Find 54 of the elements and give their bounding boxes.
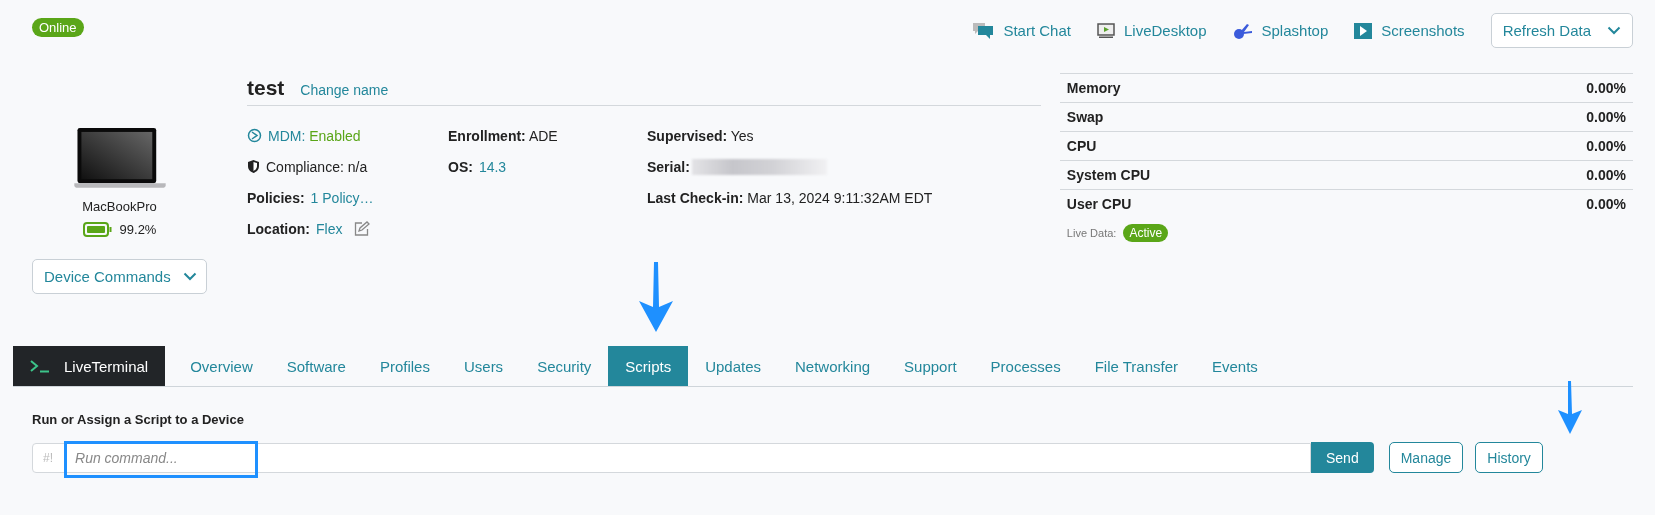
action-link[interactable]: Start Chat (972, 21, 1071, 40)
device-model: MacBookPro (82, 199, 157, 214)
change-name-link[interactable]: Change name (300, 82, 389, 98)
command-field[interactable]: Run command... (63, 444, 1310, 471)
stat-label: User CPU (1066, 196, 1132, 212)
stat-value: 0.00% (1586, 80, 1626, 96)
stat-label: Memory (1066, 80, 1121, 96)
tab[interactable]: Updates (688, 346, 779, 386)
field-text: Compliance: n/a (266, 158, 368, 175)
section-heading: Run or Assign a Script to a Device (32, 412, 245, 427)
field-text: Last Check-in: Mar 13, 2024 9:11:32AM EDT (647, 189, 933, 206)
tab[interactable]: Security (520, 346, 609, 386)
tab[interactable]: File Transfer (1077, 346, 1195, 386)
stat-label: Swap (1066, 109, 1104, 125)
stat-label: CPU (1066, 138, 1097, 154)
status-badge: Online (32, 18, 84, 37)
stat-value: 0.00% (1586, 109, 1626, 125)
send-button[interactable]: Send (1311, 442, 1374, 473)
mdm-status: MDM: Enabled (268, 127, 361, 144)
refresh-button[interactable]: Refresh Data (1490, 13, 1633, 48)
tab[interactable]: Events (1195, 346, 1275, 386)
manage-button[interactable]: Manage (1388, 442, 1464, 473)
action-link[interactable]: Screenshots (1354, 22, 1465, 39)
field-label: Policies: (247, 189, 305, 206)
field-label: OS: (448, 158, 473, 175)
field-text: Supervised: Yes (647, 127, 754, 144)
field-label: Serial: (647, 158, 690, 175)
action-link[interactable]: Splashtop (1232, 21, 1329, 40)
tab[interactable]: Processes (973, 346, 1078, 386)
live-data-label: Live Data: (1066, 227, 1117, 239)
field-label: Location: (247, 220, 310, 237)
tab[interactable]: Software (269, 346, 363, 386)
status-badge: Active (1123, 224, 1169, 242)
prefix-label: #! (42, 450, 54, 465)
field-link[interactable]: 14.3 (478, 158, 507, 175)
stat-label: System CPU (1066, 167, 1151, 183)
tab[interactable]: Networking (778, 346, 888, 386)
action-link[interactable]: LiveDesktop (1096, 22, 1207, 39)
stat-value: 0.00% (1586, 138, 1626, 154)
tab[interactable]: Support (887, 346, 974, 386)
stat-value: 0.00% (1586, 196, 1626, 212)
tab[interactable]: Profiles (362, 346, 447, 386)
battery-percent: 99.2% (119, 222, 157, 237)
tab[interactable]: Scripts (608, 346, 689, 386)
device-commands-button[interactable]: Device Commands (32, 259, 207, 294)
field-link[interactable]: Flex (316, 220, 343, 237)
tab[interactable]: Users (446, 346, 521, 386)
stat-value: 0.00% (1586, 167, 1626, 183)
terminal-tab[interactable]: LiveTerminal (13, 346, 166, 386)
tab[interactable]: Overview (173, 346, 270, 386)
field-text: Enrollment: ADE (448, 127, 558, 144)
field-link[interactable]: 1 Policy… (310, 189, 374, 206)
device-name: test (247, 76, 285, 100)
history-button[interactable]: History (1475, 442, 1543, 473)
